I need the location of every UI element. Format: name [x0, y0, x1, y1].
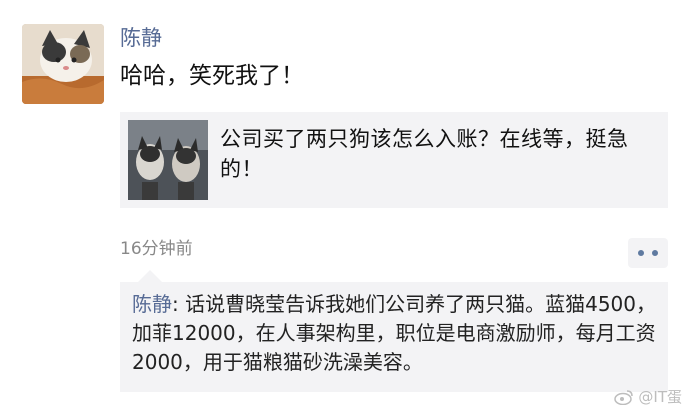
comment-text: 话说曹晓莹告诉我她们公司养了两只猫。蓝猫4500，加菲12000，在人事架构里，…	[132, 292, 657, 374]
post-timestamp: 16分钟前	[120, 239, 193, 259]
post-text: 哈哈，笑死我了！	[120, 63, 304, 89]
comment-area-pointer	[138, 270, 162, 282]
weibo-icon	[614, 389, 634, 405]
cat-photo-icon	[22, 24, 104, 104]
post-author-name[interactable]: 陈静	[120, 26, 162, 51]
comment-item[interactable]: 陈静: 话说曹晓莹告诉我她们公司养了两只猫。蓝猫4500，加菲12000，在人事…	[132, 290, 662, 377]
avatar[interactable]	[22, 24, 104, 104]
more-actions-button[interactable]	[628, 238, 668, 268]
comment-author-name[interactable]: 陈静	[132, 292, 172, 316]
watermark: @IT蛋	[614, 386, 682, 407]
shared-link-title: 公司买了两只狗该怎么入账？在线等，挺急的！	[220, 127, 629, 182]
comment-separator: :	[172, 292, 186, 316]
shared-link-card[interactable]: 公司买了两只狗该怎么入账？在线等，挺急的！	[120, 112, 668, 208]
dogs-photo-icon	[128, 120, 208, 200]
shared-link-thumbnail	[128, 120, 208, 200]
watermark-text: @IT蛋	[638, 388, 682, 406]
comment-list: 陈静: 话说曹晓莹告诉我她们公司养了两只猫。蓝猫4500，加菲12000，在人事…	[120, 282, 668, 392]
